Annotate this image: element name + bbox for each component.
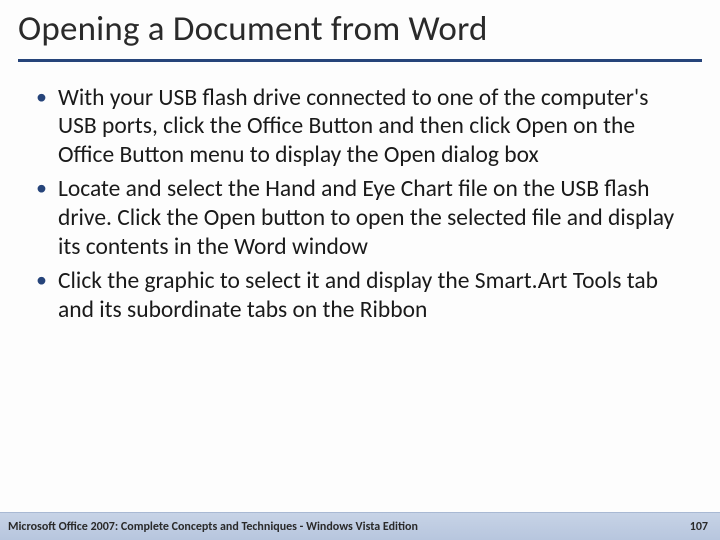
slide: Opening a Document from Word With your U… [0,0,720,540]
footer-text: Microsoft Office 2007: Complete Concepts… [8,520,418,534]
title-area: Opening a Document from Word [0,0,720,62]
bullet-item: With your USB flash drive connected to o… [28,84,692,170]
content-area: With your USB flash drive connected to o… [0,62,720,540]
slide-title: Opening a Document from Word [18,10,702,57]
bullet-item: Locate and select the Hand and Eye Chart… [28,175,692,261]
footer-bar: Microsoft Office 2007: Complete Concepts… [0,512,720,540]
bullet-list: With your USB flash drive connected to o… [28,84,692,325]
bullet-item: Click the graphic to select it and displ… [28,267,692,324]
page-number: 107 [690,520,708,534]
